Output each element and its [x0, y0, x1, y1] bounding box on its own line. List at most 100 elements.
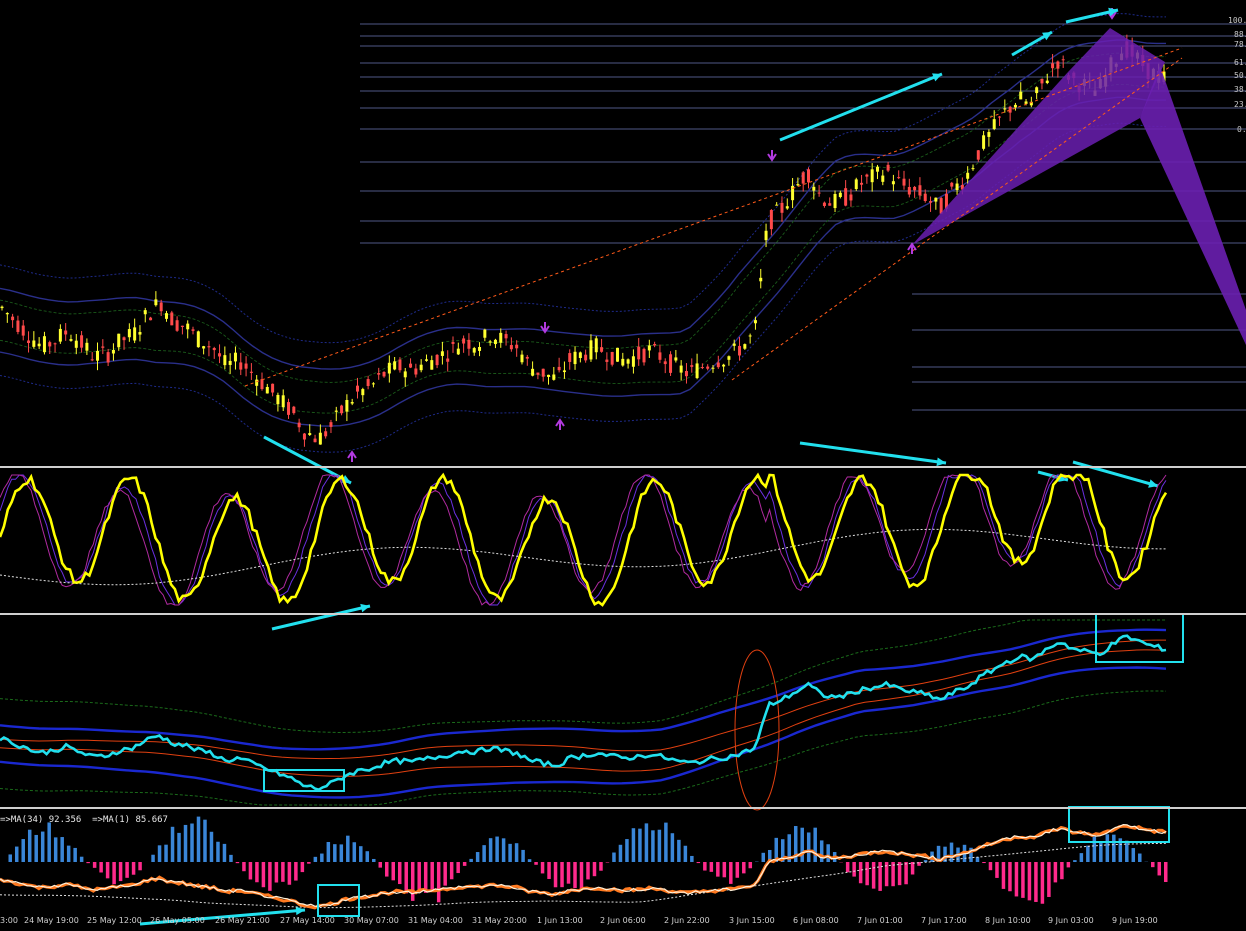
candle-body: [85, 343, 88, 351]
candle-body: [982, 135, 985, 149]
histogram-bar: [651, 830, 655, 862]
annotation-arrow: [800, 443, 946, 463]
histogram-bar: [437, 862, 441, 902]
x-tick-label: 31 May 04:00: [408, 916, 463, 925]
histogram-bar: [216, 842, 220, 862]
indicator-label: =>MA(34) 92.356 =>MA(1) 85.667: [0, 815, 168, 825]
histogram-bar: [710, 862, 714, 872]
panel-separator[interactable]: [0, 807, 1246, 809]
candle-body: [658, 352, 661, 359]
histogram-bar: [573, 862, 577, 888]
histogram-bar: [852, 862, 856, 877]
histogram-bar: [658, 830, 662, 862]
histogram-bar: [1132, 848, 1136, 862]
candle-body: [971, 168, 974, 169]
candle-body: [605, 360, 608, 362]
candle-body: [865, 175, 868, 177]
histogram-bar: [164, 845, 168, 862]
x-tick-label: 26 May 21:00: [215, 916, 270, 925]
candle-body: [483, 330, 486, 338]
histogram-bar: [995, 862, 999, 878]
x-tick-label: 24 May 19:00: [24, 916, 79, 925]
candle-body: [489, 341, 492, 342]
histogram-bar: [671, 833, 675, 862]
histogram-bar: [288, 862, 292, 885]
histogram-bar: [1073, 860, 1077, 862]
histogram-bar: [210, 832, 214, 862]
candle-body: [398, 360, 401, 371]
candle-body: [908, 187, 911, 195]
fibo-level-label: 100.: [1228, 16, 1246, 25]
histogram-bar: [398, 862, 402, 884]
histogram-bar: [469, 859, 473, 862]
histogram-bar: [697, 862, 701, 863]
candle-body: [197, 331, 200, 347]
candle-body: [520, 355, 523, 363]
candle-body: [91, 359, 94, 360]
candle-body: [913, 187, 916, 190]
histogram-bar: [190, 824, 194, 862]
histogram-bar: [28, 830, 32, 862]
candle-body: [457, 349, 460, 355]
candle-body: [404, 371, 407, 377]
candle-body: [409, 364, 412, 368]
price-chart-svg[interactable]: [0, 0, 1246, 927]
histogram-bar: [203, 820, 207, 862]
histogram-bar: [567, 862, 571, 884]
histogram-bar: [515, 843, 519, 862]
candle-body: [552, 374, 555, 379]
candle-body: [727, 356, 730, 360]
histogram-bar: [690, 856, 694, 862]
histogram-bar: [86, 862, 90, 863]
candle-body: [903, 179, 906, 186]
panel-separator[interactable]: [0, 466, 1246, 468]
candle-body: [1046, 81, 1049, 83]
histogram-bar: [1099, 841, 1103, 862]
fibo-level-label: 61.: [1234, 58, 1246, 67]
candle-body: [574, 352, 577, 364]
candle-body: [128, 329, 131, 337]
candle-body: [176, 320, 179, 331]
candle-body: [510, 345, 513, 349]
candle-body: [812, 187, 815, 191]
candle-body: [388, 363, 391, 374]
histogram-bar: [554, 862, 558, 887]
histogram-bar: [482, 845, 486, 862]
candle-body: [717, 363, 720, 368]
candle-body: [75, 341, 78, 348]
histogram-bar: [54, 837, 58, 862]
candle-body: [759, 278, 762, 281]
histogram-bar: [476, 852, 480, 862]
candle-body: [669, 354, 672, 373]
fibo-level-label: 78.: [1234, 40, 1246, 49]
candle-body: [154, 299, 157, 305]
candle-body: [600, 347, 603, 352]
histogram-bar: [119, 862, 123, 881]
candle-body: [239, 362, 242, 369]
candle-body: [743, 344, 746, 349]
candle-body: [186, 324, 189, 330]
candle-body: [1051, 63, 1054, 68]
histogram-bar: [1106, 834, 1110, 862]
time-axis: 3:00 24 May 19:00 25 May 12:00 26 May 05…: [0, 916, 1246, 927]
histogram-bar: [404, 862, 408, 893]
histogram-bar: [132, 862, 136, 875]
candle-body: [1003, 108, 1006, 109]
candle-body: [568, 353, 571, 362]
x-tick-label: 8 Jun 10:00: [985, 916, 1031, 925]
candle-body: [929, 201, 932, 203]
histogram-bar: [15, 847, 19, 862]
histogram-bar: [450, 862, 454, 879]
panel-separator[interactable]: [0, 613, 1246, 615]
candle-body: [749, 335, 752, 336]
x-tick-label: 3 Jun 15:00: [729, 916, 775, 925]
histogram-bar: [268, 862, 272, 891]
candle-body: [802, 172, 805, 183]
candle-body: [351, 402, 354, 404]
candle-body: [420, 365, 423, 370]
histogram-bar: [898, 862, 902, 885]
highlight-box: [1069, 807, 1169, 842]
oscillator-signal: [0, 475, 1166, 605]
highlight-box: [1096, 614, 1183, 662]
candle-body: [494, 340, 497, 344]
